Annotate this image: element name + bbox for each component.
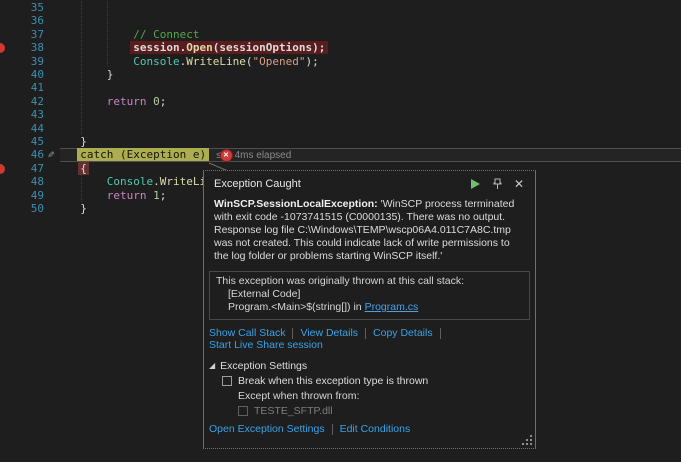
code-line[interactable]: 37 // Connect [0, 28, 681, 41]
separator [440, 328, 441, 339]
dialog-header: Exception Caught ✕ [204, 171, 535, 193]
code-line[interactable]: 39 Console.WriteLine("Opened"); [0, 55, 681, 68]
line-number[interactable]: 46 [0, 148, 48, 161]
line-number[interactable]: 44 [0, 122, 48, 135]
exception-thrown-highlight: session.Open(sessionOptions); [130, 41, 328, 54]
code-text: { [67, 162, 87, 175]
line-number[interactable]: 38 [0, 41, 48, 54]
continue-play-icon[interactable] [467, 177, 483, 191]
line-number[interactable]: 36 [0, 14, 48, 27]
line-number[interactable]: 50 [0, 202, 48, 215]
action-start-live-share-session[interactable]: Start Live Share session [209, 339, 323, 351]
code-text: Console.WriteLin [67, 175, 213, 188]
module-label: TESTE_SFTP.dll [254, 404, 333, 418]
current-statement-highlight: catch (Exception e) [77, 148, 209, 161]
code-line[interactable]: 46✎catch (Exception e)≤✕4ms elapsed [0, 148, 681, 161]
resize-grip[interactable] [530, 443, 532, 445]
code-text: // Connect [67, 28, 200, 41]
code-text: } [67, 135, 87, 148]
module-checkbox[interactable] [238, 406, 248, 416]
code-line[interactable]: 42 return 0; [0, 95, 681, 108]
dialog-title: Exception Caught [214, 178, 461, 190]
code-text: Console.WriteLine("Opened"); [67, 55, 319, 68]
callstack-panel: This exception was originally thrown at … [209, 271, 530, 320]
module-condition-row[interactable]: TESTE_SFTP.dll [209, 404, 530, 418]
code-line[interactable]: 36 [0, 14, 681, 27]
except-when-thrown-label: Except when thrown from: [209, 389, 530, 403]
break-when-thrown-row[interactable]: Break when this exception type is thrown [209, 374, 530, 388]
action-links: Show Call Stack View Details Copy Details S… [209, 327, 530, 351]
program-cs-link[interactable]: Program.cs [365, 301, 419, 313]
action-view-details[interactable]: View Details [300, 327, 358, 339]
callstack-frame-external: [External Code] [216, 288, 523, 301]
code-text: } [67, 202, 87, 215]
line-number[interactable]: 48 [0, 175, 48, 188]
line-number[interactable]: 41 [0, 81, 48, 94]
line-number[interactable]: 39 [0, 55, 48, 68]
separator [365, 328, 366, 339]
exception-helper-dialog: Exception Caught ✕ WinSCP.SessionLocalEx… [203, 170, 536, 449]
code-line[interactable]: 40} [0, 68, 681, 81]
break-when-thrown-label: Break when this exception type is thrown [238, 374, 428, 388]
exception-settings-header[interactable]: ◢Exception Settings [209, 359, 530, 373]
line-number[interactable]: 43 [0, 108, 48, 121]
code-text: session.Open(sessionOptions); [67, 41, 325, 54]
settings-link-edit-conditions[interactable]: Edit Conditions [340, 422, 411, 436]
code-line[interactable]: 41 [0, 81, 681, 94]
line-number[interactable]: 45 [0, 135, 48, 148]
expander-icon[interactable]: ◢ [209, 359, 215, 373]
line-number[interactable]: 40 [0, 68, 48, 81]
callstack-intro: This exception was originally thrown at … [216, 275, 523, 288]
line-number[interactable]: 49 [0, 189, 48, 202]
callstack-frame-main: Program.<Main>$(string[]) in Program.cs [216, 301, 523, 314]
code-text: return 0; [67, 95, 166, 108]
code-line[interactable]: 38 session.Open(sessionOptions); [0, 41, 681, 54]
code-line[interactable]: 35 [0, 1, 681, 14]
line-number[interactable]: 47 [0, 162, 48, 175]
code-text: return 1; [67, 189, 166, 202]
separator [292, 328, 293, 339]
break-when-thrown-checkbox[interactable] [222, 376, 232, 386]
settings-links: Open Exception Settings Edit Conditions [209, 422, 530, 436]
code-line[interactable]: 45} [0, 135, 681, 148]
line-number[interactable]: 37 [0, 28, 48, 41]
separator [332, 424, 333, 435]
exception-type: WinSCP.SessionLocalException: [214, 198, 378, 210]
action-copy-details[interactable]: Copy Details [373, 327, 433, 339]
close-icon[interactable]: ✕ [511, 177, 527, 191]
code-line[interactable]: 44 [0, 122, 681, 135]
settings-link-open-exception-settings[interactable]: Open Exception Settings [209, 422, 325, 436]
exception-message: WinSCP.SessionLocalException: 'WinSCP pr… [214, 198, 525, 263]
action-show-call-stack[interactable]: Show Call Stack [209, 327, 285, 339]
code-text: catch (Exception e)≤✕4ms elapsed [67, 148, 291, 162]
edit-pencil-icon: ✎ [48, 148, 67, 161]
pin-icon[interactable] [489, 177, 505, 191]
code-text: } [67, 68, 113, 81]
brace-highlight: { [78, 162, 89, 175]
line-number[interactable]: 35 [0, 1, 48, 14]
code-line[interactable]: 43 [0, 108, 681, 121]
exception-settings-section: ◢Exception Settings Break when this exce… [209, 359, 530, 436]
line-number[interactable]: 42 [0, 95, 48, 108]
